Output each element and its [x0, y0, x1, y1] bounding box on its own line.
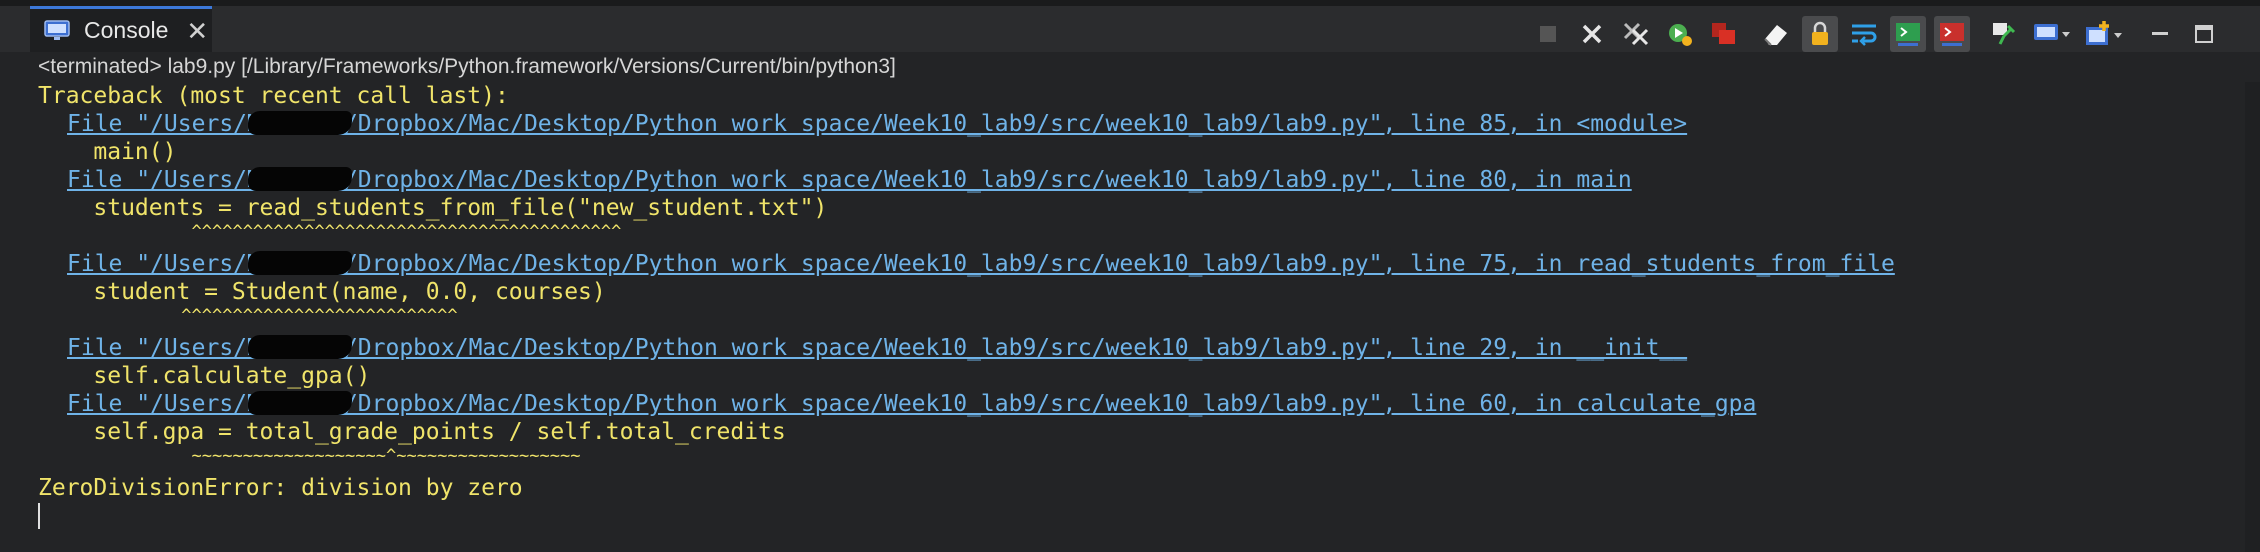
- debug-relaunch-icon[interactable]: [1662, 16, 1698, 52]
- traceback-marker: ^^^^^^^^^^^^^^^^^^^^^^^^^^^: [38, 306, 458, 326]
- show-stdout-icon[interactable]: [1890, 16, 1926, 52]
- error-message: ZeroDivisionError: division by zero: [38, 475, 523, 501]
- open-console-icon[interactable]: [2082, 16, 2126, 52]
- clear-console-icon[interactable]: [1758, 16, 1794, 52]
- remove-launch-icon[interactable]: [1574, 16, 1610, 52]
- display-console-icon[interactable]: [2030, 16, 2074, 52]
- traceback-marker: ~~~~~~~~~~~~~~~~~~~^~~~~~~~~~~~~~~~~~~: [38, 446, 581, 466]
- traceback-code-line: main(): [38, 139, 177, 165]
- traceback-marker: ^^^^^^^^^^^^^^^^^^^^^^^^^^^^^^^^^^^^^^^^…: [38, 222, 622, 242]
- process-status: <terminated> lab9.py [/Library/Framework…: [38, 55, 896, 78]
- scroll-lock-icon[interactable]: [1802, 16, 1838, 52]
- show-stderr-icon[interactable]: [1934, 16, 1970, 52]
- redaction-mark: [248, 251, 352, 275]
- console-monitor-icon: [44, 19, 72, 43]
- redaction-mark: [248, 335, 352, 359]
- console-toolbar: [1530, 16, 2230, 52]
- maximize-icon[interactable]: [2186, 16, 2222, 52]
- redaction-mark: [248, 391, 352, 415]
- minimize-icon[interactable]: [2142, 16, 2178, 52]
- tab-console[interactable]: Console ✕: [30, 6, 212, 52]
- tab-console-label: Console: [84, 17, 169, 43]
- word-wrap-icon[interactable]: [1846, 16, 1882, 52]
- pin-console-icon[interactable]: [1986, 16, 2022, 52]
- view-tab-bar: Console ✕: [0, 6, 2260, 52]
- redaction-mark: [248, 111, 352, 135]
- close-icon[interactable]: ✕: [186, 18, 208, 44]
- traceback-code-line: self.calculate_gpa(): [38, 363, 371, 389]
- text-cursor: [38, 503, 40, 529]
- redaction-mark: [248, 167, 352, 191]
- console-scrollbar[interactable]: [2245, 82, 2260, 552]
- terminate-icon[interactable]: [1530, 16, 1566, 52]
- remove-all-terminated-icon[interactable]: [1618, 16, 1654, 52]
- traceback-header: Traceback (most recent call last):: [38, 83, 509, 109]
- stop-red-icon[interactable]: [1706, 16, 1742, 52]
